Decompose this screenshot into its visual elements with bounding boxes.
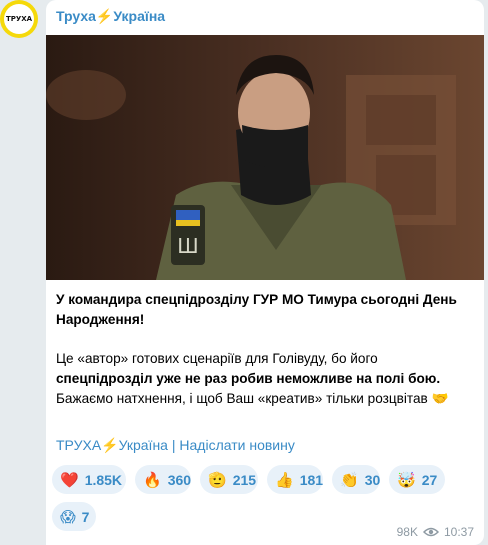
channel-name[interactable]: Труха⚡Україна <box>56 8 165 25</box>
reaction-heart[interactable]: ❤️ 1.85K <box>52 465 126 494</box>
reaction-salute[interactable]: 🫡 215 <box>200 465 258 494</box>
reactions-bar: ❤️ 1.85K 🔥 360 🫡 215 👍 181 👏 30 🤯 27 😱 7 <box>52 465 478 531</box>
post-time: 10:37 <box>443 525 474 539</box>
post-text: У командира спецпідрозділу ГУР МО Тимура… <box>56 292 457 406</box>
svg-text:Ш: Ш <box>177 234 198 258</box>
reaction-fire[interactable]: 🔥 360 <box>135 465 191 494</box>
thumbs-up-icon: 👍 <box>275 470 294 489</box>
scream-face-icon: 😱 <box>60 507 76 526</box>
avatar-logo-text: ТРУХА <box>4 4 34 34</box>
reaction-mind-blown[interactable]: 🤯 27 <box>389 465 445 494</box>
message-meta: 98K 10:37 <box>397 525 474 539</box>
post-photo[interactable]: Ш <box>46 35 484 280</box>
fire-icon: 🔥 <box>143 470 162 489</box>
mind-blown-icon: 🤯 <box>397 470 416 489</box>
reaction-clap[interactable]: 👏 30 <box>332 465 380 494</box>
lightning-icon: ⚡ <box>95 8 114 24</box>
lightning-icon: ⚡ <box>101 437 119 453</box>
eye-icon <box>422 527 439 537</box>
salute-face-icon: 🫡 <box>208 470 227 489</box>
reaction-scream[interactable]: 😱 7 <box>52 502 96 531</box>
clap-icon: 👏 <box>340 470 359 489</box>
post-footer-links: ТРУХА⚡Україна | Надіслати новину <box>56 437 295 453</box>
heart-icon: ❤️ <box>60 470 79 489</box>
channel-avatar[interactable]: ТРУХА <box>0 0 38 38</box>
reaction-thumbs-up[interactable]: 👍 181 <box>267 465 323 494</box>
submit-news-link[interactable]: Надіслати новину <box>179 437 294 453</box>
post-headline: У командира спецпідрозділу ГУР МО Тимура… <box>56 292 457 327</box>
channel-link[interactable]: ТРУХА⚡Україна <box>56 437 168 453</box>
view-count: 98K <box>396 525 418 539</box>
message-bubble: Труха⚡Україна Ш У командира спецпідрозді… <box>46 0 484 545</box>
